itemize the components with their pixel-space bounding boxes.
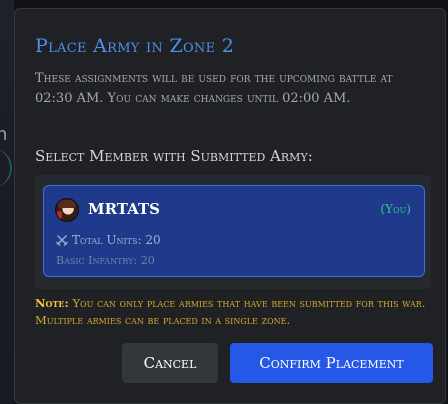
note-prefix: Note: <box>35 296 69 310</box>
you-badge: (You) <box>380 202 411 216</box>
crossed-swords-icon <box>56 235 68 246</box>
note-text: You can only place armies that have been… <box>35 296 426 327</box>
select-member-label: Select Member with Submitted Army: <box>35 147 313 165</box>
member-name: MRTATS <box>88 200 160 218</box>
placement-note: Note: You can only place armies that hav… <box>35 295 431 329</box>
cancel-button[interactable]: Cancel <box>122 343 218 383</box>
member-list: MRTATS (You) Total Units: 20 Basic Infan… <box>35 175 431 289</box>
basic-infantry-text: Basic Infantry: 20 <box>56 254 155 267</box>
modal-description: These assignments will be used for the u… <box>35 71 393 106</box>
total-units-text: Total Units: 20 <box>72 233 161 247</box>
total-units-row: Total Units: 20 <box>56 233 161 247</box>
modal-title: Place Army in Zone 2 <box>35 35 235 57</box>
place-army-modal: Place Army in Zone 2 These assignments w… <box>14 8 446 404</box>
background-panel: n <box>0 0 14 404</box>
member-option-mrtats[interactable]: MRTATS (You) Total Units: 20 Basic Infan… <box>43 185 425 277</box>
confirm-placement-button[interactable]: Confirm Placement <box>230 343 433 383</box>
background-partial-text: n <box>0 124 8 145</box>
user-avatar <box>55 198 79 222</box>
background-swirl-decoration <box>0 148 12 188</box>
